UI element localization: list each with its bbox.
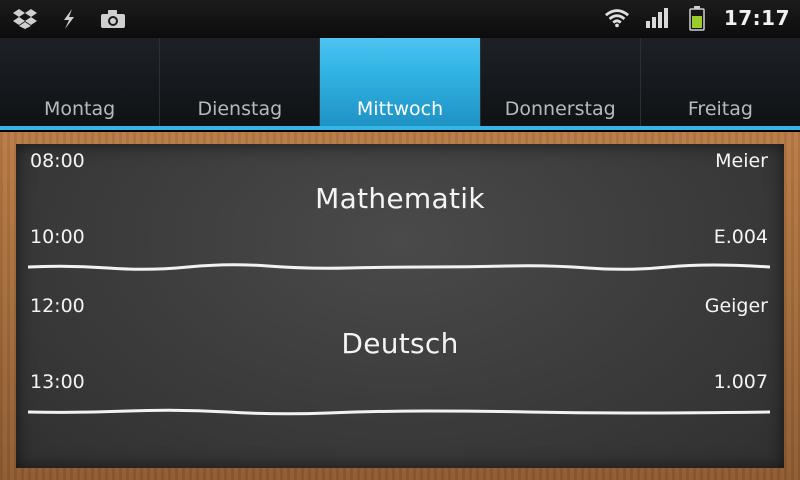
clock: 17:17	[723, 6, 790, 30]
teacher-name: Meier	[715, 150, 768, 172]
lesson-item[interactable]: 08:00 Meier Mathematik 10:00 E.004	[16, 144, 784, 289]
signal-icon	[644, 5, 670, 31]
wifi-icon	[604, 5, 630, 31]
subject-name: Mathematik	[315, 182, 485, 215]
tab-donnerstag[interactable]: Donnerstag	[481, 38, 641, 126]
chalk-divider	[28, 263, 770, 271]
wooden-frame: 08:00 Meier Mathematik 10:00 E.004 12:00…	[0, 132, 800, 480]
camera-icon[interactable]	[100, 6, 126, 32]
teacher-name: Geiger	[704, 295, 768, 317]
system-icons: 17:17	[604, 5, 790, 31]
tab-label: Donnerstag	[504, 98, 616, 120]
tab-montag[interactable]: Montag	[0, 38, 161, 126]
usb-debug-icon[interactable]	[56, 6, 82, 32]
tab-label: Montag	[43, 98, 116, 120]
start-time: 08:00	[30, 150, 85, 172]
tab-mittwoch[interactable]: Mittwoch	[320, 38, 481, 126]
start-time: 12:00	[30, 295, 85, 317]
dropbox-icon[interactable]	[12, 6, 38, 32]
tab-freitag[interactable]: Freitag	[641, 38, 800, 126]
chalk-divider	[28, 408, 770, 416]
status-bar: 17:17	[0, 0, 800, 38]
room-number: 1.007	[713, 371, 768, 393]
tab-label: Freitag	[687, 98, 753, 120]
room-number: E.004	[713, 226, 768, 248]
notification-icons	[12, 6, 126, 32]
weekday-tab-bar: Montag Dienstag Mittwoch Donnerstag Frei…	[0, 38, 800, 130]
end-time: 13:00	[30, 371, 85, 393]
battery-icon	[684, 5, 710, 31]
lesson-item[interactable]: 12:00 Geiger Deutsch 13:00 1.007	[16, 289, 784, 434]
tab-label: Dienstag	[197, 98, 283, 120]
end-time: 10:00	[30, 226, 85, 248]
subject-name: Deutsch	[341, 327, 459, 360]
chalkboard: 08:00 Meier Mathematik 10:00 E.004 12:00…	[16, 144, 784, 468]
tab-dienstag[interactable]: Dienstag	[160, 38, 321, 126]
tab-label: Mittwoch	[356, 98, 444, 120]
